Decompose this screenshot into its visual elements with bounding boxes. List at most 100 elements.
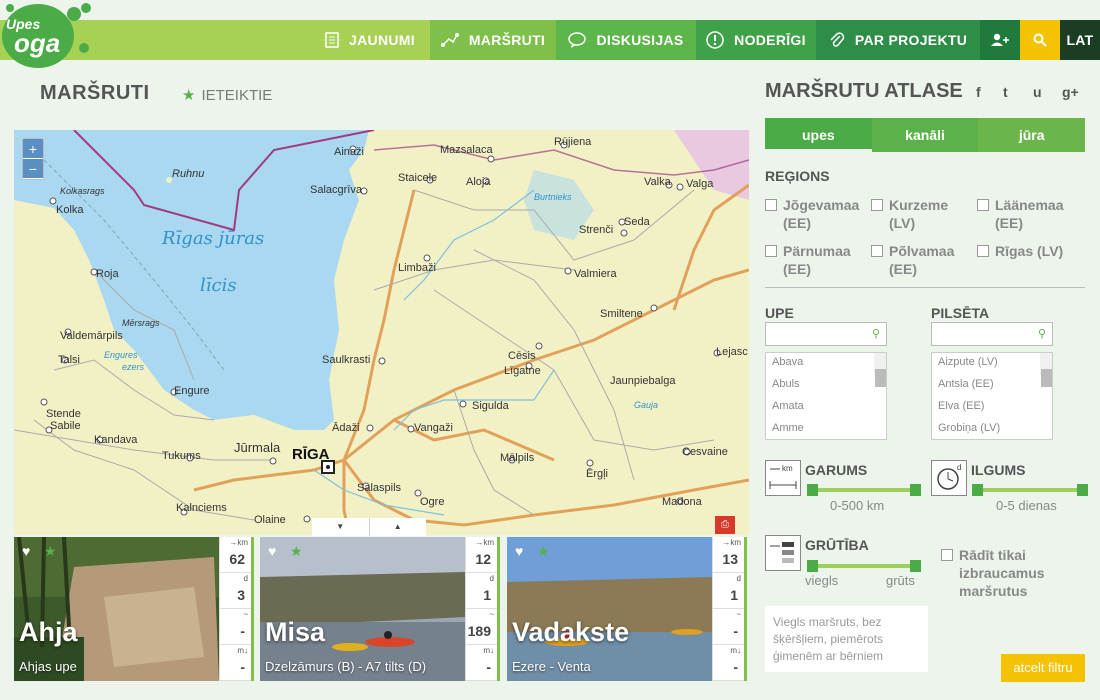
atlas-title: MARŠRUTU ATLASE bbox=[765, 80, 963, 102]
heart-icon[interactable]: ♥ bbox=[22, 543, 30, 559]
list-item[interactable]: Grobiņa (LV) bbox=[932, 419, 1052, 439]
add-user-button[interactable] bbox=[980, 20, 1020, 60]
map-label: Kolka bbox=[56, 204, 84, 216]
heart-icon[interactable]: ♥ bbox=[268, 543, 276, 559]
slider-handle[interactable] bbox=[807, 484, 818, 496]
list-item[interactable]: Abava bbox=[766, 353, 886, 375]
hand-icon[interactable]: u bbox=[1033, 84, 1042, 100]
list-item[interactable]: Amme bbox=[766, 419, 886, 439]
route-card[interactable]: ♥ ★ Misa Dzelzāmurs (B) - A7 tilts (D) →… bbox=[260, 537, 500, 681]
recommended-link[interactable]: ★ IETEIKTIE bbox=[182, 86, 272, 105]
region-checkbox[interactable]: Läänemaa (EE) bbox=[977, 196, 1085, 232]
search-icon: ⚲ bbox=[1037, 328, 1046, 340]
route-card[interactable]: ♥ ★ Vadakste Ezere - Venta →km 13 d 1 ~ - m… bbox=[507, 537, 747, 681]
nav-label: PAR PROJEKTU bbox=[854, 32, 968, 48]
map-canvas bbox=[14, 130, 749, 535]
tab-upes[interactable]: upes bbox=[765, 118, 872, 152]
twitter-icon[interactable]: t bbox=[1003, 84, 1008, 100]
nav-par-projektu[interactable]: PAR PROJEKTU bbox=[816, 20, 980, 60]
route-stats: →km 62 d 3 ~ - m↓ - bbox=[219, 537, 251, 681]
city-list[interactable]: Aizpute (LV) Antsla (EE) Elva (EE) Grobi… bbox=[931, 352, 1053, 440]
logo[interactable]: Upes oga bbox=[0, 0, 100, 70]
google-plus-icon[interactable]: g+ bbox=[1062, 84, 1079, 100]
star-icon: ★ bbox=[182, 87, 196, 104]
map-label: Seda bbox=[624, 216, 650, 228]
map-label: Limbaži bbox=[398, 262, 436, 274]
region-checkbox[interactable]: Pärnumaa (EE) bbox=[765, 242, 869, 278]
length-slider[interactable] bbox=[807, 484, 921, 496]
list-item[interactable]: Antsla (EE) bbox=[932, 375, 1052, 397]
clock-icon: d bbox=[931, 460, 967, 496]
route-subtitle: Dzelzāmurs (B) - A7 tilts (D) bbox=[265, 659, 427, 674]
reset-filter-button[interactable]: atcelt filtru bbox=[1001, 654, 1085, 682]
region-checkbox[interactable]: Jõgevamaa (EE) bbox=[765, 196, 869, 232]
map-label: Engure bbox=[174, 385, 210, 397]
stat-unit: →km bbox=[229, 538, 248, 547]
atlas-tabs: upes kanāli jūra bbox=[765, 118, 1086, 152]
list-item[interactable]: Amata bbox=[766, 397, 886, 419]
map[interactable]: + − Rīgas jūras līcis Ainaži Mazsalaca R… bbox=[14, 130, 749, 535]
tab-kanali[interactable]: kanāli bbox=[871, 118, 979, 152]
region-checkbox[interactable]: Kurzeme (LV) bbox=[871, 196, 975, 232]
list-item[interactable]: Aizpute (LV) bbox=[932, 353, 1052, 375]
nav-label: MARŠRUTI bbox=[468, 32, 546, 48]
slider-handle[interactable] bbox=[910, 560, 921, 572]
facebook-icon[interactable]: f bbox=[976, 84, 981, 100]
slider-handle[interactable] bbox=[972, 484, 983, 496]
river-search-input[interactable]: ⚲ bbox=[765, 322, 887, 346]
slider-handle[interactable] bbox=[1077, 484, 1088, 496]
slider-handle[interactable] bbox=[910, 484, 921, 496]
map-up-button[interactable]: ▲ bbox=[370, 518, 427, 536]
map-label: Gauja bbox=[634, 400, 659, 410]
stat-value: 12 bbox=[475, 551, 491, 567]
map-label: Kolkasrags bbox=[60, 186, 105, 196]
map-label: Burtnieks bbox=[534, 192, 572, 202]
city-search-input[interactable]: ⚲ bbox=[931, 322, 1053, 346]
route-stats: →km 13 d 1 ~ - m↓ - bbox=[712, 537, 744, 681]
print-icon[interactable]: ⎙ bbox=[715, 516, 735, 534]
route-icon bbox=[440, 33, 459, 47]
drivable-only-checkbox[interactable]: Rādīt tikai izbraucamus maršrutus bbox=[941, 546, 1081, 600]
tab-jura[interactable]: jūra bbox=[978, 118, 1086, 152]
difficulty-slider[interactable] bbox=[807, 560, 921, 572]
nav-diskusijas[interactable]: DISKUSIJAS bbox=[556, 20, 696, 60]
region-checkbox[interactable]: Põlvamaa (EE) bbox=[871, 242, 975, 278]
list-item[interactable]: Elva (EE) bbox=[932, 397, 1052, 419]
heart-icon[interactable]: ♥ bbox=[515, 543, 523, 559]
map-label: Stende bbox=[46, 408, 81, 420]
star-icon: ★ bbox=[537, 543, 550, 559]
region-checkbox[interactable]: Rīgas (LV) bbox=[977, 242, 1085, 260]
duration-slider[interactable] bbox=[972, 484, 1088, 496]
language-button[interactable]: LAT bbox=[1060, 20, 1100, 60]
nav-jaunumi[interactable]: JAUNUMI bbox=[310, 20, 430, 60]
exclamation-icon bbox=[706, 31, 724, 49]
stat-value: 189 bbox=[467, 623, 491, 639]
stat-unit: ~ bbox=[489, 610, 494, 619]
zoom-in-button[interactable]: + bbox=[23, 139, 43, 159]
zoom-out-button[interactable]: − bbox=[23, 159, 43, 179]
map-label: Ogre bbox=[420, 496, 445, 508]
river-list[interactable]: Abava Abuls Amata Amme bbox=[765, 352, 887, 440]
list-item[interactable]: Abuls bbox=[766, 375, 886, 397]
stat-value: - bbox=[733, 623, 738, 639]
scrollbar[interactable] bbox=[874, 353, 886, 387]
map-label: Kandava bbox=[94, 434, 138, 446]
map-label: Aloja bbox=[466, 176, 491, 188]
search-button[interactable] bbox=[1020, 20, 1060, 60]
difficulty-description: Viegls maršruts, bez šķēršļiem, piemērot… bbox=[765, 606, 928, 672]
stat-value: - bbox=[240, 623, 245, 639]
card-accent bbox=[497, 537, 500, 681]
slider-handle[interactable] bbox=[807, 560, 818, 572]
stat-unit: m↓ bbox=[730, 646, 741, 655]
map-label: Strenči bbox=[579, 224, 614, 236]
scrollbar[interactable] bbox=[1040, 353, 1052, 387]
card-accent bbox=[744, 537, 747, 681]
nav-noderigi[interactable]: NODERĪGI bbox=[696, 20, 816, 60]
map-label: Vangaži bbox=[414, 422, 453, 434]
nav-marsruti[interactable]: MARŠRUTI bbox=[430, 20, 556, 60]
map-down-button[interactable]: ▼ bbox=[312, 518, 370, 536]
map-label: Saulkrasti bbox=[322, 354, 371, 366]
map-label: Valka bbox=[644, 176, 671, 188]
route-card[interactable]: ♥ ★ Ahja Ahjas upe →km 62 d 3 ~ - m↓ - bbox=[14, 537, 254, 681]
length-title: GARUMS bbox=[805, 462, 868, 478]
